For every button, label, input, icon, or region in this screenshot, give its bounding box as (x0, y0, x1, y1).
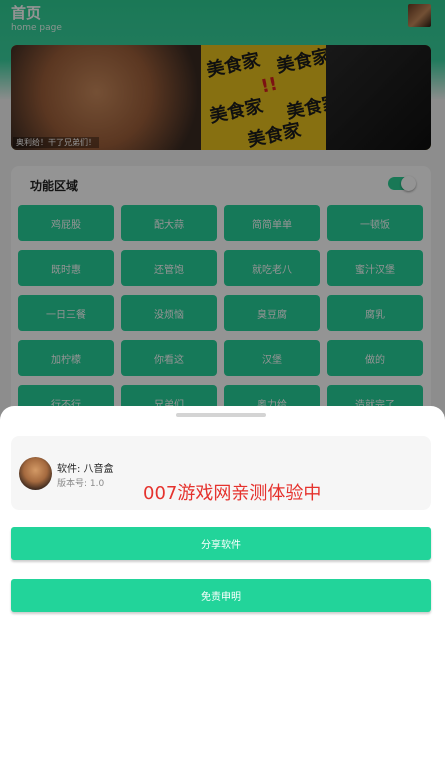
share-button[interactable]: 分享软件 (11, 527, 431, 560)
app-info-card: 软件: 八音盒 版本号: 1.0 007游戏网亲测体验中 (11, 436, 431, 510)
disclaimer-button[interactable]: 免责申明 (11, 579, 431, 612)
app-name: 软件: 八音盒 (57, 464, 114, 475)
drag-handle[interactable] (176, 413, 266, 417)
app-version: 版本号: 1.0 (57, 479, 105, 489)
bottom-sheet: 软件: 八音盒 版本号: 1.0 007游戏网亲测体验中 分享软件 免责申明 (0, 406, 445, 781)
watermark-text: 007游戏网亲测体验中 (143, 483, 322, 504)
app-avatar (19, 457, 52, 490)
